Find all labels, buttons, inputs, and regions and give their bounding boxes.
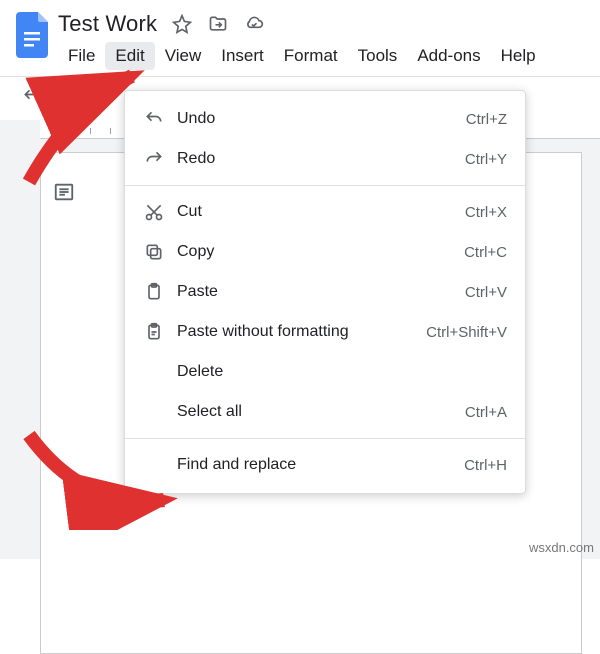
menu-view[interactable]: View [155, 42, 212, 70]
menu-item-shortcut: Ctrl+A [465, 404, 507, 421]
menu-item-label: Find and replace [169, 456, 464, 474]
header-bar: Test Work File Edit V [0, 0, 600, 70]
menu-item-find-replace[interactable]: Find and replace Ctrl+H [125, 445, 525, 485]
watermark-text: wsxdn.com [529, 540, 594, 555]
title-row: Test Work [58, 8, 546, 40]
menu-insert[interactable]: Insert [211, 42, 274, 70]
menu-item-shortcut: Ctrl+H [464, 457, 507, 474]
menu-item-label: Paste [169, 283, 465, 301]
menu-item-label: Copy [169, 243, 464, 261]
menu-item-label: Undo [169, 110, 466, 128]
menu-item-cut[interactable]: Cut Ctrl+X [125, 192, 525, 232]
paste-plain-icon [139, 322, 169, 342]
document-title[interactable]: Test Work [58, 11, 157, 37]
annotation-arrow-find [14, 420, 184, 530]
menu-format[interactable]: Format [274, 42, 348, 70]
menu-item-paste-plain[interactable]: Paste without formatting Ctrl+Shift+V [125, 312, 525, 352]
menu-item-label: Delete [169, 363, 507, 381]
menu-help[interactable]: Help [491, 42, 546, 70]
menu-item-shortcut: Ctrl+V [465, 284, 507, 301]
menu-separator [125, 438, 525, 439]
menu-item-shortcut: Ctrl+Z [466, 111, 507, 128]
menu-item-label: Redo [169, 150, 465, 168]
paste-icon [139, 282, 169, 302]
menu-item-undo[interactable]: Undo Ctrl+Z [125, 99, 525, 139]
menu-item-copy[interactable]: Copy Ctrl+C [125, 232, 525, 272]
copy-icon [139, 242, 169, 262]
docs-logo-icon[interactable] [14, 10, 52, 60]
menu-item-redo[interactable]: Redo Ctrl+Y [125, 139, 525, 179]
menu-item-label: Paste without formatting [169, 323, 426, 341]
move-to-folder-icon[interactable] [207, 13, 229, 35]
menu-item-label: Cut [169, 203, 465, 221]
cloud-saved-icon[interactable] [243, 13, 265, 35]
menu-addons[interactable]: Add-ons [407, 42, 490, 70]
menu-item-select-all[interactable]: Select all Ctrl+A [125, 392, 525, 432]
menu-item-paste[interactable]: Paste Ctrl+V [125, 272, 525, 312]
menu-item-delete[interactable]: Delete [125, 352, 525, 392]
edit-dropdown-menu: Undo Ctrl+Z Redo Ctrl+Y Cut Ctrl+X Copy … [124, 90, 526, 494]
star-icon[interactable] [171, 13, 193, 35]
menu-separator [125, 185, 525, 186]
menu-item-label: Select all [169, 403, 465, 421]
cut-icon [139, 202, 169, 222]
menu-item-shortcut: Ctrl+C [464, 244, 507, 261]
menu-item-shortcut: Ctrl+X [465, 204, 507, 221]
annotation-arrow-edit [14, 62, 159, 192]
menu-tools[interactable]: Tools [348, 42, 408, 70]
menu-item-shortcut: Ctrl+Y [465, 151, 507, 168]
menu-item-shortcut: Ctrl+Shift+V [426, 324, 507, 341]
